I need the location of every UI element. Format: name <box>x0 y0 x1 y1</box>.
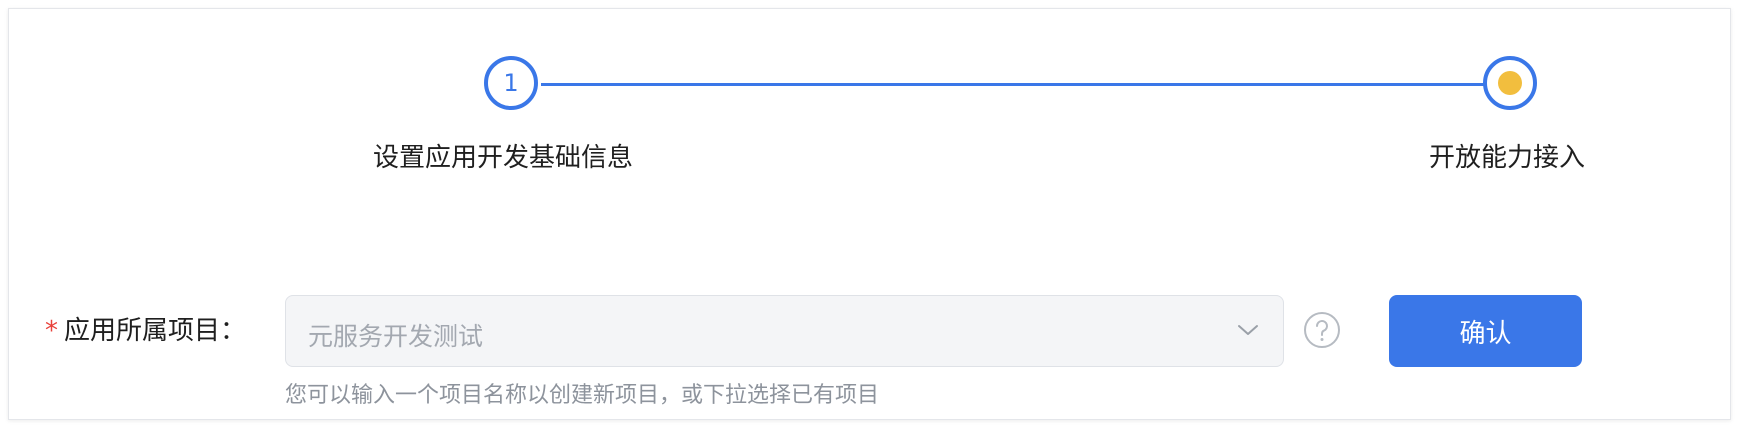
step-1-indicator: 1 <box>484 56 538 110</box>
question-circle-icon[interactable] <box>1303 311 1341 349</box>
confirm-button[interactable]: 确认 <box>1389 295 1582 367</box>
project-field-label: * 应用所属项目： <box>45 310 246 347</box>
step-2-indicator <box>1483 56 1537 110</box>
chevron-down-icon <box>1238 325 1258 335</box>
required-mark: * <box>45 316 58 346</box>
step-2-label: 开放能力接入 <box>1429 143 1586 173</box>
project-select-value: 元服务开发测试 <box>308 322 484 351</box>
project-setup-card: 1 设置应用开发基础信息 开放能力接入 * 应用所属项目： 元服务开发测试 确认 … <box>8 8 1731 420</box>
project-select[interactable]: 元服务开发测试 <box>285 295 1284 367</box>
project-field-hint: 您可以输入一个项目名称以创建新项目，或下拉选择已有项目 <box>285 383 880 408</box>
step-connector-line <box>541 83 1485 86</box>
step-1-label: 设置应用开发基础信息 <box>373 143 634 173</box>
project-field-label-text: 应用所属项目： <box>64 316 247 346</box>
current-step-dot-icon <box>1498 71 1522 95</box>
step-1-number: 1 <box>503 69 519 97</box>
